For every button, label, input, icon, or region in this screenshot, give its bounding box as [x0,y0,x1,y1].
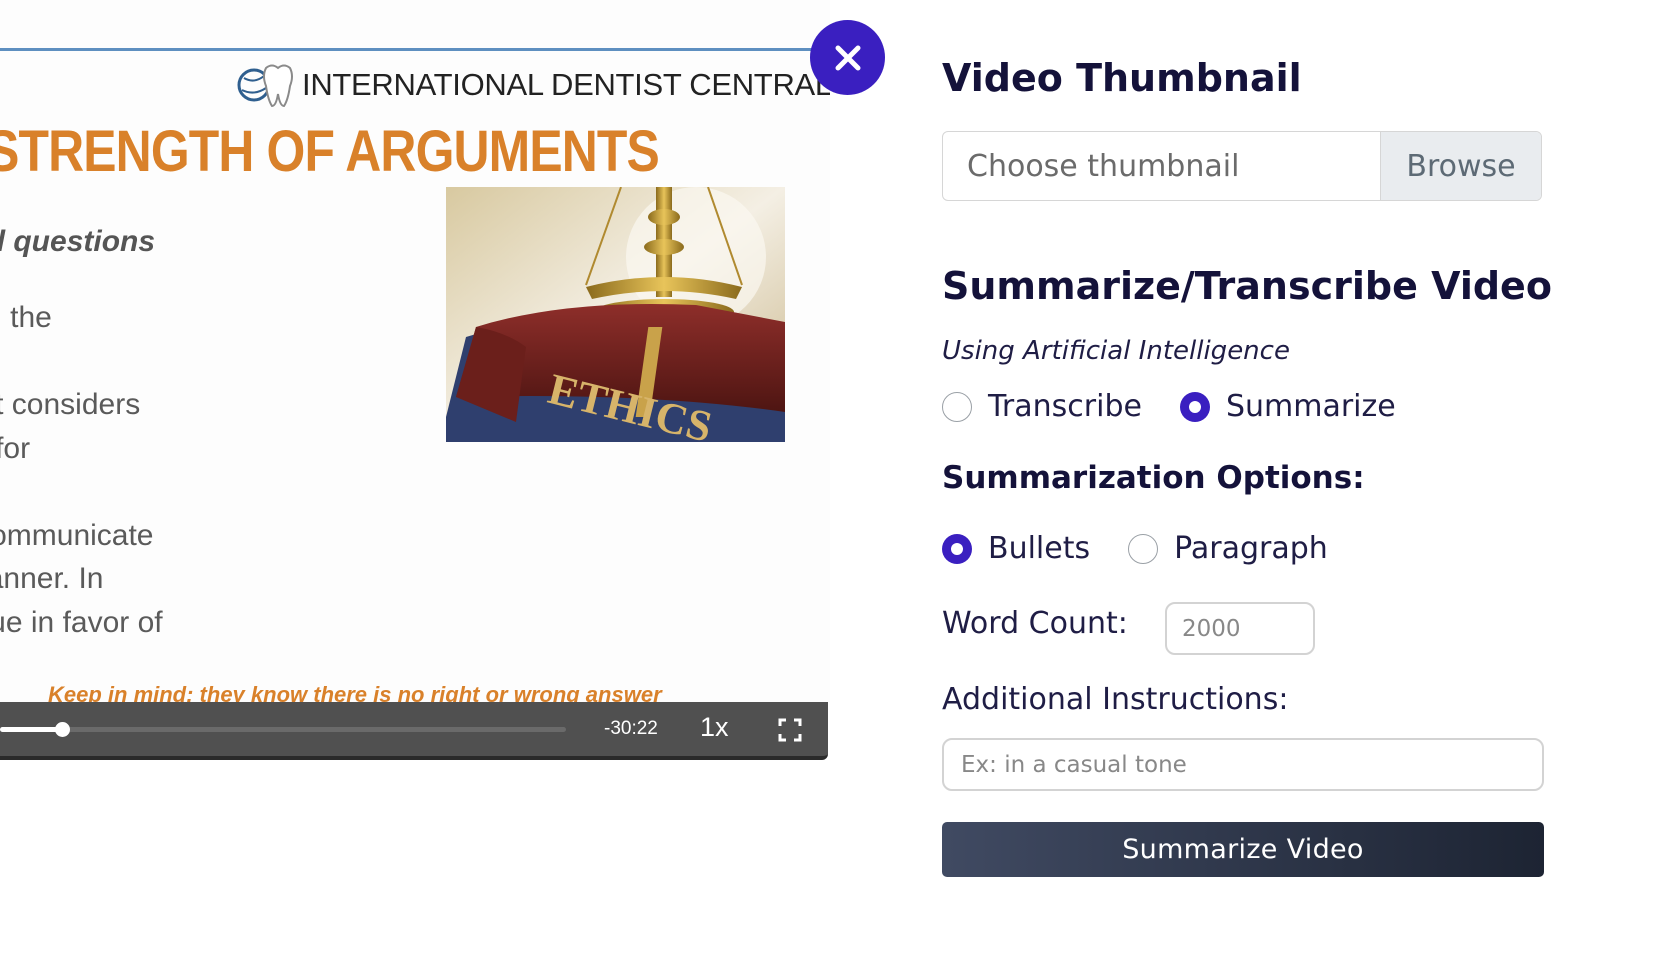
instructions-input[interactable]: Ex: in a casual tone [942,738,1544,791]
slide-title: | STRENGTH OF ARGUMENTS [0,119,660,184]
radio-circle-icon[interactable] [1179,391,1210,422]
progress-handle[interactable] [55,722,71,737]
video-controls: -30:22 1x [0,702,828,760]
progress-fill [0,727,63,732]
fullscreen-icon[interactable] [778,718,802,742]
radio-circle-icon[interactable] [942,391,972,422]
browse-button[interactable]: Browse [1380,132,1541,200]
thumbnail-input[interactable]: Choose thumbnail [943,132,1380,200]
tooth-globe-logo-icon [237,64,293,108]
summarization-options-heading: Summarization Options: [942,460,1365,496]
radio-label: Summarize [1225,389,1396,424]
slide-bullet-line: n [0,340,163,384]
video-player[interactable]: INTERNATIONAL DENTIST CENTRAL | STRENGTH… [0,0,830,760]
slide-bullet-line: ou understand the [0,301,52,334]
slide-bullet-line: ues [0,470,163,514]
summarize-video-button[interactable]: Summarize Video [942,822,1544,877]
radio-label: Transcribe [988,389,1142,424]
thumbnail-file-picker: Choose thumbnail Browse [942,131,1542,201]
slide-divider [0,48,812,51]
ethics-scales-image: ETHICS [446,187,785,442]
mode-radio-group: Transcribe Summarize [942,389,1434,424]
close-button[interactable] [810,20,885,95]
progress-bar[interactable] [0,722,566,737]
slide-bullet-line: 'll need to argue in favor of [0,605,163,639]
word-count-label: Word Count: [942,606,1128,641]
slide-subtitle: r situational questions [0,225,156,258]
summarize-heading: Summarize/Transcribe Video [942,264,1552,308]
radio-circle-icon[interactable] [942,533,972,564]
thumbnail-heading: Video Thumbnail [942,56,1302,100]
radio-summarize[interactable]: Summarize [1179,389,1396,424]
style-radio-group: Bullets Paragraph [942,531,1366,566]
time-remaining: -30:22 [604,718,658,739]
radio-circle-icon[interactable] [1128,533,1159,564]
slide-bullet-line: compelling manner. In [0,562,104,595]
word-count-input[interactable]: 2000 [1165,602,1315,655]
radio-transcribe[interactable]: Transcribe [942,389,1142,424]
radio-label: Bullets [988,531,1091,566]
instructions-label: Additional Instructions: [942,682,1289,717]
radio-label: Paragraph [1174,531,1328,566]
radio-bullets[interactable]: Bullets [942,531,1090,566]
playback-speed-button[interactable]: 1x [700,712,729,743]
slide-bullet-list: ou understand the n al solution that con… [0,296,163,688]
slide-bullet-line: nts, accounts for [0,431,31,465]
video-frame: INTERNATIONAL DENTIST CENTRAL | STRENGTH… [0,0,830,702]
close-icon [835,45,860,70]
slide-brand: INTERNATIONAL DENTIST CENTRAL [232,60,830,110]
slide-note: Keep in mind: they know there is no righ… [48,682,662,702]
slide-brand-text: INTERNATIONAL DENTIST CENTRAL [302,67,830,102]
slide-bullet-line: olutions [0,644,163,688]
ai-subheading: Using Artificial Intelligence [942,336,1290,366]
slide-bullet-line: al solution that considers [0,388,141,421]
radio-paragraph[interactable]: Paragraph [1128,531,1328,566]
slide-bullet-line: your best to communicate [0,518,154,552]
